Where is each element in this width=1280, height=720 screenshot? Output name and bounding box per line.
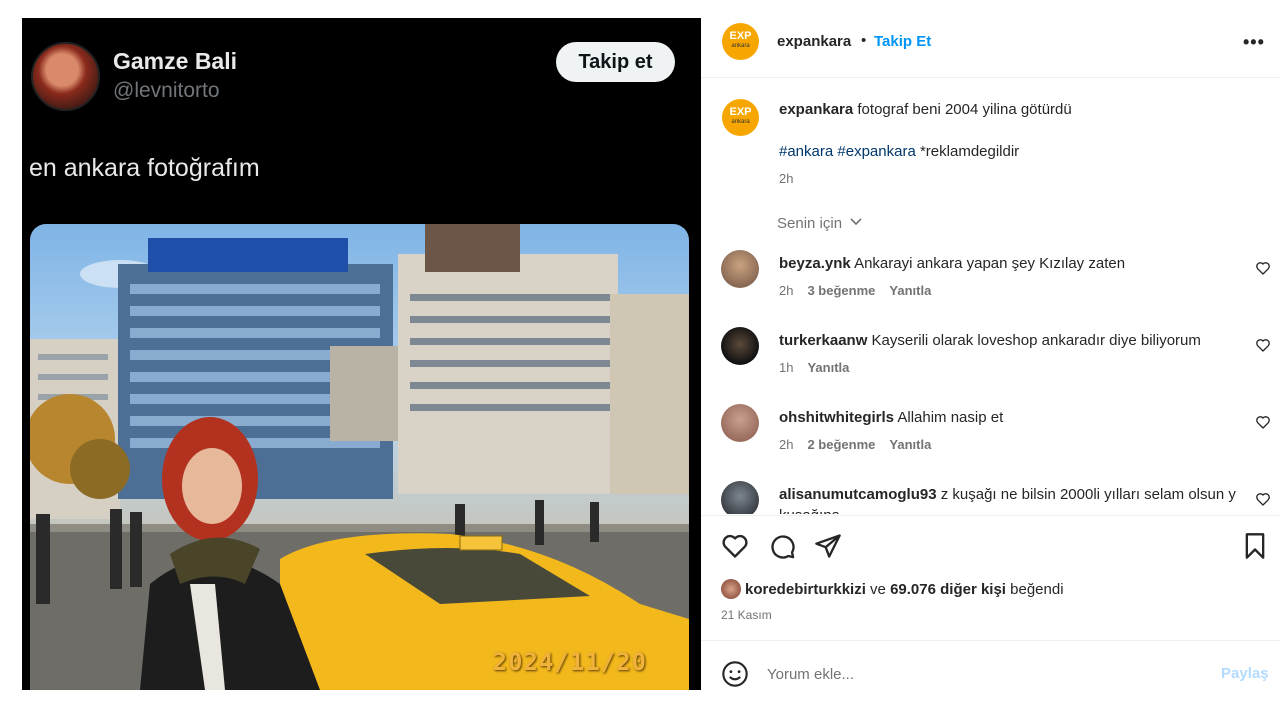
liker-avatar	[721, 579, 741, 599]
more-options-icon[interactable]: •••	[1243, 32, 1265, 53]
avatar-logo-subtext: ankara	[731, 119, 750, 125]
caption-hashtags: #ankara #expankara *reklamdegildir	[779, 143, 1019, 160]
caption: expankara fotograf beni 2004 yilina götü…	[779, 101, 1072, 118]
heart-icon[interactable]	[1255, 491, 1271, 507]
account-username[interactable]: expankara	[777, 33, 851, 50]
comment-item: ohshitwhitegirls Allahim nasip et 2h 2 be…	[701, 404, 1280, 474]
comment-meta: 2h 2 beğenme Yanıtla	[779, 437, 945, 452]
comment-sort-dropdown[interactable]: Senin için	[777, 215, 863, 232]
avatar-logo-subtext: ankara	[731, 43, 750, 49]
reply-button[interactable]: Yanıtla	[889, 283, 931, 298]
tweet-photo: 2024/11/20	[30, 224, 689, 690]
commenter-username[interactable]: alisanumutcamoglu93	[779, 486, 937, 503]
comment-body: alisanumutcamoglu93 z kuşağı ne bilsin 2…	[779, 484, 1239, 514]
avatar-logo-text: EXP	[729, 106, 752, 118]
caption-avatar[interactable]: EXP ankara	[722, 99, 759, 136]
post-actions-bar	[701, 515, 1280, 575]
comment-time: 1h	[779, 360, 794, 375]
add-comment-bar: Paylaş	[701, 640, 1280, 708]
liker-username[interactable]: koredebirturkkizi	[745, 581, 866, 598]
photo-date-stamp: 2024/11/20	[492, 648, 647, 676]
hashtag-link[interactable]: #expankara	[837, 143, 915, 160]
comment-meta: 1h Yanıtla	[779, 360, 863, 375]
heart-icon[interactable]	[1255, 337, 1271, 353]
follow-button[interactable]: Takip Et	[874, 33, 931, 50]
commenter-username[interactable]: turkerkaanw	[779, 332, 867, 349]
caption-suffix: *reklamdegildir	[919, 143, 1020, 160]
caption-text: fotograf beni 2004 yilina götürdü	[857, 101, 1072, 118]
comments-list[interactable]: beyza.ynk Ankarayi ankara yapan şey Kızı…	[701, 246, 1280, 514]
comment-icon[interactable]	[768, 532, 796, 560]
sort-label: Senin için	[777, 215, 843, 232]
likes-and: ve	[870, 581, 886, 598]
tweet-author-handle: @levnitorto	[113, 79, 220, 102]
heart-icon[interactable]	[1255, 414, 1271, 430]
post-media[interactable]: Gamze Bali @levnitorto Takip et en ankar…	[22, 18, 701, 690]
comment-time: 2h	[779, 437, 794, 452]
post-comment-button[interactable]: Paylaş	[1221, 665, 1269, 682]
comment-text: Ankarayi ankara yapan şey Kızılay zaten	[854, 255, 1126, 272]
comment-item: beyza.ynk Ankarayi ankara yapan şey Kızı…	[701, 250, 1280, 320]
tweet-avatar	[31, 42, 100, 111]
comment-item: turkerkaanw Kayserili olarak loveshop an…	[701, 327, 1280, 397]
post-date: 21 Kasım	[721, 608, 772, 622]
post-header: EXP ankara expankara • Takip Et •••	[701, 18, 1280, 78]
emoji-icon[interactable]	[721, 660, 749, 688]
commenter-username[interactable]: ohshitwhitegirls	[779, 409, 894, 426]
likes-verb: beğendi	[1010, 581, 1064, 598]
comment-body: beyza.ynk Ankarayi ankara yapan şey Kızı…	[779, 253, 1239, 274]
commenter-avatar[interactable]	[721, 250, 759, 288]
hashtag-link[interactable]: #ankara	[779, 143, 833, 160]
commenter-avatar[interactable]	[721, 404, 759, 442]
likes-count[interactable]: 69.076 diğer kişi	[890, 581, 1006, 598]
account-avatar[interactable]: EXP ankara	[722, 23, 759, 60]
comment-input[interactable]	[767, 661, 1187, 687]
tweet-text: en ankara fotoğrafım	[29, 154, 260, 182]
commenter-username[interactable]: beyza.ynk	[779, 255, 851, 272]
likes-summary[interactable]: koredebirturkkizi ve 69.076 diğer kişi b…	[721, 579, 1064, 599]
header-separator: •	[861, 32, 867, 49]
instagram-post-page: Gamze Bali @levnitorto Takip et en ankar…	[0, 0, 1280, 720]
comment-likes[interactable]: 3 beğenme	[807, 283, 875, 298]
reply-button[interactable]: Yanıtla	[807, 360, 849, 375]
reply-button[interactable]: Yanıtla	[889, 437, 931, 452]
comment-text: Allahim nasip et	[897, 409, 1004, 426]
comment-time: 2h	[779, 283, 794, 298]
heart-icon[interactable]	[1255, 260, 1271, 276]
street-scene-illustration	[30, 224, 689, 690]
chevron-down-icon	[850, 218, 862, 226]
heart-icon[interactable]	[721, 532, 749, 560]
send-icon[interactable]	[814, 532, 842, 560]
caption-timestamp: 2h	[779, 171, 794, 186]
comment-item: alisanumutcamoglu93 z kuşağı ne bilsin 2…	[701, 481, 1280, 514]
comment-meta: 2h 3 beğenme Yanıtla	[779, 283, 945, 298]
tweet-follow-button: Takip et	[556, 42, 675, 82]
commenter-avatar[interactable]	[721, 327, 759, 365]
comment-likes[interactable]: 2 beğenme	[807, 437, 875, 452]
post-details-panel: EXP ankara expankara • Takip Et ••• EXP an…	[701, 18, 1280, 708]
avatar-logo-text: EXP	[729, 30, 752, 42]
bookmark-icon[interactable]	[1241, 532, 1269, 560]
comment-body: turkerkaanw Kayserili olarak loveshop an…	[779, 330, 1239, 351]
tweet-author-name: Gamze Bali	[113, 48, 237, 74]
caption-username[interactable]: expankara	[779, 101, 853, 118]
comment-body: ohshitwhitegirls Allahim nasip et	[779, 407, 1239, 428]
comment-text: Kayserili olarak loveshop ankaradır diye…	[871, 332, 1201, 349]
commenter-avatar[interactable]	[721, 481, 759, 514]
